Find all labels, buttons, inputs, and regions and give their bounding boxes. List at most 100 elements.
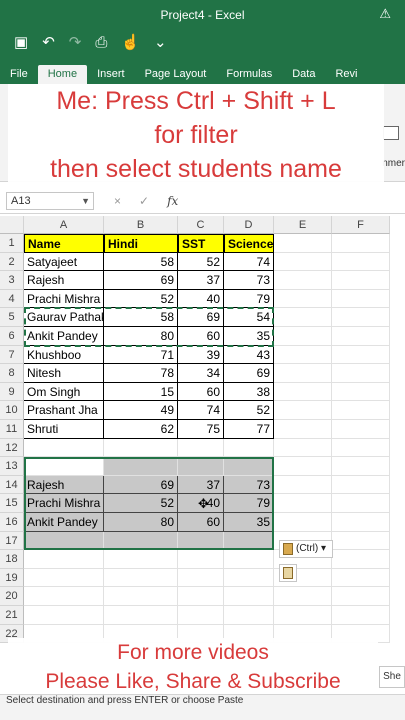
warning-icon[interactable]: ⚠ xyxy=(379,6,391,22)
table-header-cell[interactable]: Science xyxy=(224,234,274,253)
grid-cell[interactable] xyxy=(332,382,390,402)
name-box[interactable]: A13 ▼ xyxy=(6,191,94,210)
column-header[interactable]: A xyxy=(24,216,104,234)
quick-analysis-button[interactable] xyxy=(279,564,297,582)
table-cell[interactable]: Rajesh xyxy=(24,271,104,290)
pasted-cell[interactable]: 52 xyxy=(104,494,178,513)
redo-icon[interactable]: ↷ xyxy=(69,33,82,51)
table-cell[interactable]: Nitesh xyxy=(24,364,104,383)
enter-icon[interactable]: ✓ xyxy=(139,194,149,208)
row-header[interactable]: 18 xyxy=(0,550,24,569)
grid-cell[interactable] xyxy=(104,568,178,588)
table-cell[interactable]: Satyajeet xyxy=(24,252,104,272)
row-header[interactable]: 12 xyxy=(0,438,24,458)
row-header[interactable]: 6 xyxy=(0,327,24,346)
row-header[interactable]: 20 xyxy=(0,587,24,606)
table-cell[interactable]: 38 xyxy=(224,382,274,402)
pasted-cell[interactable]: Prachi Mishra xyxy=(24,494,104,513)
grid-cell[interactable] xyxy=(104,606,178,625)
tab-file[interactable]: File xyxy=(0,68,38,84)
row-header[interactable]: 16 xyxy=(0,513,24,532)
table-cell[interactable]: 49 xyxy=(104,401,178,420)
tab-review[interactable]: Revi xyxy=(325,68,367,84)
grid-cell[interactable] xyxy=(24,587,104,606)
table-header-cell[interactable]: Name xyxy=(24,234,104,253)
pasted-cell[interactable]: 35 xyxy=(224,513,274,532)
row-header[interactable]: 2 xyxy=(0,252,24,272)
grid-cell[interactable] xyxy=(24,606,104,625)
grid-cell[interactable] xyxy=(332,438,390,458)
row-header[interactable]: 19 xyxy=(0,568,24,588)
comment-icon[interactable] xyxy=(383,126,399,140)
table-cell[interactable]: 54 xyxy=(224,308,274,327)
grid-cell[interactable] xyxy=(178,438,224,458)
chevron-down-icon[interactable]: ▼ xyxy=(81,193,90,209)
grid-cell[interactable] xyxy=(274,513,332,532)
pasted-cell[interactable]: Rajesh xyxy=(24,475,104,495)
tab-page-layout[interactable]: Page Layout xyxy=(135,68,217,84)
grid-cell[interactable] xyxy=(24,550,104,569)
grid-cell[interactable] xyxy=(332,289,390,309)
select-all-corner[interactable] xyxy=(0,216,24,234)
grid-cell[interactable] xyxy=(274,308,332,327)
table-cell[interactable]: Khushboo xyxy=(24,345,104,365)
row-header[interactable]: 9 xyxy=(0,382,24,402)
pasted-cell[interactable]: 80 xyxy=(104,513,178,532)
grid-cell[interactable] xyxy=(332,345,390,365)
sheet-tab[interactable]: She xyxy=(379,666,405,688)
column-header[interactable]: C xyxy=(178,216,224,234)
table-cell[interactable]: 43 xyxy=(224,345,274,365)
table-cell[interactable]: 35 xyxy=(224,327,274,346)
table-cell[interactable]: 39 xyxy=(178,345,224,365)
grid-cell[interactable] xyxy=(332,531,390,551)
grid-cell[interactable] xyxy=(178,568,224,588)
row-header[interactable]: 13 xyxy=(0,457,24,476)
selected-cell[interactable] xyxy=(178,457,224,476)
grid-cell[interactable] xyxy=(24,438,104,458)
grid-cell[interactable] xyxy=(332,327,390,346)
grid-cell[interactable] xyxy=(332,550,390,569)
row-header[interactable]: 8 xyxy=(0,364,24,383)
grid-cell[interactable] xyxy=(332,457,390,476)
table-cell[interactable]: Prashant Jha xyxy=(24,401,104,420)
selected-cell[interactable] xyxy=(24,457,104,476)
pasted-cell[interactable]: 79 xyxy=(224,494,274,513)
grid-cell[interactable] xyxy=(274,587,332,606)
print-preview-icon[interactable]: ⎙ xyxy=(95,34,107,51)
table-cell[interactable]: 69 xyxy=(224,364,274,383)
insert-function-icon[interactable]: fx xyxy=(167,194,178,208)
row-header[interactable]: 17 xyxy=(0,531,24,551)
tab-formulas[interactable]: Formulas xyxy=(216,68,282,84)
table-cell[interactable]: 37 xyxy=(178,271,224,290)
table-cell[interactable]: Shruti xyxy=(24,420,104,439)
grid-cell[interactable] xyxy=(332,252,390,272)
pasted-cell[interactable]: Ankit Pandey xyxy=(24,513,104,532)
table-cell[interactable]: 15 xyxy=(104,382,178,402)
selected-cell[interactable] xyxy=(224,531,274,551)
grid-cell[interactable] xyxy=(332,234,390,253)
column-header[interactable]: B xyxy=(104,216,178,234)
row-header[interactable]: 1 xyxy=(0,234,24,253)
grid-cell[interactable] xyxy=(104,587,178,606)
pasted-cell[interactable]: 73 xyxy=(224,475,274,495)
grid-cell[interactable] xyxy=(332,568,390,588)
table-cell[interactable]: 74 xyxy=(178,401,224,420)
grid-cell[interactable] xyxy=(274,606,332,625)
table-cell[interactable]: 80 xyxy=(104,327,178,346)
table-cell[interactable]: 69 xyxy=(178,308,224,327)
grid-cell[interactable] xyxy=(274,457,332,476)
grid-cell[interactable] xyxy=(224,438,274,458)
grid-cell[interactable] xyxy=(332,513,390,532)
table-cell[interactable]: 73 xyxy=(224,271,274,290)
grid-cell[interactable] xyxy=(274,438,332,458)
grid-cell[interactable] xyxy=(274,345,332,365)
table-cell[interactable]: 60 xyxy=(178,382,224,402)
row-header[interactable]: 11 xyxy=(0,420,24,439)
grid-cell[interactable] xyxy=(274,252,332,272)
table-cell[interactable]: 58 xyxy=(104,308,178,327)
grid-cell[interactable] xyxy=(178,550,224,569)
table-header-cell[interactable]: SST xyxy=(178,234,224,253)
grid-cell[interactable] xyxy=(24,568,104,588)
table-cell[interactable]: 58 xyxy=(104,252,178,272)
grid-cell[interactable] xyxy=(332,587,390,606)
